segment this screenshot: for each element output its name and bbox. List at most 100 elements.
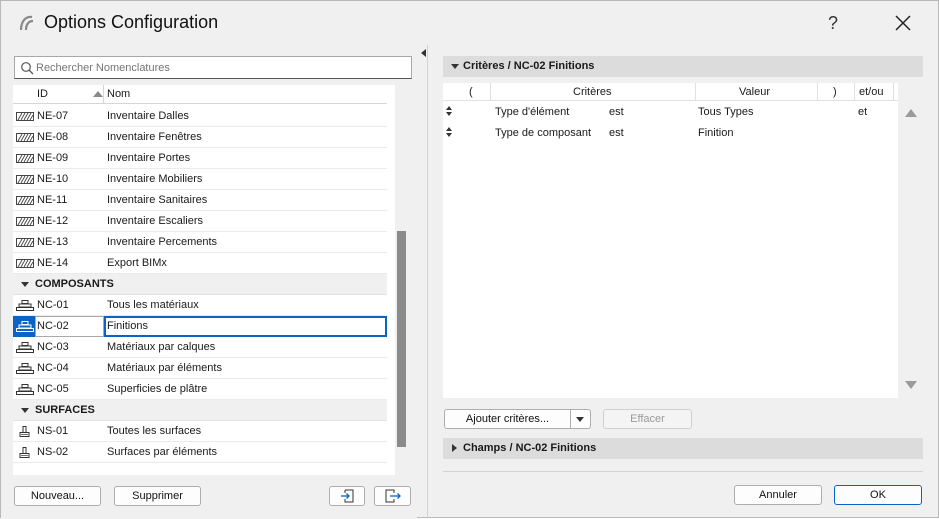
column-divider[interactable] — [893, 83, 894, 101]
group-header-surfaces[interactable]: SURFACES — [13, 400, 387, 421]
hatch-schedule-icon — [16, 112, 34, 121]
fields-section-header[interactable]: Champs / NC-02 Finitions — [443, 438, 923, 459]
group-title: COMPOSANTS — [35, 278, 114, 290]
search-box[interactable] — [14, 56, 412, 79]
item-id: NS-01 — [37, 425, 69, 437]
drag-handle-icon[interactable] — [446, 126, 452, 138]
close-icon[interactable] — [889, 10, 917, 36]
column-divider[interactable] — [490, 83, 491, 101]
criterion-operator[interactable]: est — [609, 127, 624, 139]
chevron-right-icon[interactable] — [452, 444, 457, 452]
item-name: Toutes les surfaces — [107, 425, 202, 437]
list-scrollbar[interactable] — [395, 85, 408, 475]
clear-button[interactable]: Effacer — [603, 409, 692, 429]
sort-ascending-icon[interactable] — [93, 91, 103, 97]
cancel-button[interactable]: Annuler — [734, 485, 822, 505]
list-item[interactable]: NE-10 Inventaire Mobiliers — [13, 169, 387, 190]
ok-button[interactable]: OK — [834, 485, 922, 505]
export-button[interactable] — [374, 486, 411, 506]
list-item[interactable]: NE-12 Inventaire Escaliers — [13, 211, 387, 232]
chevron-down-icon[interactable] — [21, 282, 29, 287]
criteria-section-header[interactable]: Critères / NC-02 Finitions — [443, 56, 923, 77]
scrollbar-thumb[interactable] — [397, 231, 406, 447]
footer-divider — [443, 471, 923, 472]
delete-button[interactable]: Supprimer — [114, 486, 201, 506]
column-header-value: Valeur — [739, 86, 770, 98]
add-criteria-dropdown[interactable] — [570, 409, 591, 429]
list-item[interactable]: NE-11 Inventaire Sanitaires — [13, 190, 387, 211]
item-id: NE-14 — [37, 257, 69, 269]
criterion-name[interactable]: Type de composant — [495, 127, 591, 139]
list-item[interactable]: NC-03 Matériaux par calques — [13, 337, 387, 358]
drag-handle-icon[interactable] — [446, 105, 452, 117]
list-item[interactable]: NE-09 Inventaire Portes — [13, 148, 387, 169]
options-configuration-dialog: Options Configuration ? ID Nom — [0, 0, 939, 519]
item-name: Tous les matériaux — [107, 299, 199, 311]
hatch-schedule-icon — [16, 133, 34, 142]
surface-brush-icon — [19, 447, 30, 458]
item-name: Inventaire Portes — [107, 152, 191, 164]
search-input[interactable] — [36, 59, 396, 76]
list-item[interactable]: NE-08 Inventaire Fenêtres — [13, 127, 387, 148]
item-name: Inventaire Mobiliers — [107, 173, 203, 185]
criterion-value[interactable]: Tous Types — [698, 106, 753, 118]
list-item-selected[interactable]: NC-02 Finitions — [13, 316, 387, 337]
window-title: Options Configuration — [44, 12, 219, 32]
list-item[interactable]: NC-04 Matériaux par éléments — [13, 358, 387, 379]
components-icon — [16, 363, 34, 374]
item-id: NC-05 — [37, 383, 69, 395]
criteria-row[interactable]: Type de composant est Finition — [443, 123, 898, 143]
item-id: NE-13 — [37, 236, 69, 248]
column-divider[interactable] — [817, 83, 818, 101]
search-icon — [21, 62, 34, 75]
column-header-and-or: et/ou — [859, 86, 884, 98]
group-header-composants[interactable]: COMPOSANTS — [13, 274, 387, 295]
panel-divider[interactable] — [427, 45, 428, 519]
criterion-operator[interactable]: est — [609, 106, 624, 118]
criterion-and-or[interactable]: et — [858, 106, 867, 118]
item-id: NE-08 — [37, 131, 69, 143]
list-item[interactable]: NC-05 Superficies de plâtre — [13, 379, 387, 400]
criterion-name[interactable]: Type d'élément — [495, 106, 569, 118]
list-item[interactable]: NE-14 Export BIMx — [13, 253, 387, 274]
chevron-down-icon[interactable] — [451, 64, 459, 69]
move-down-arrow-icon[interactable] — [905, 381, 917, 389]
column-header-criteria: Critères — [573, 86, 612, 98]
item-id: NS-02 — [37, 446, 69, 458]
item-id: NC-04 — [37, 362, 69, 374]
new-button[interactable]: Nouveau... — [14, 486, 101, 506]
list-item[interactable]: NS-02 Surfaces par éléments — [13, 442, 387, 463]
criterion-value[interactable]: Finition — [698, 127, 733, 139]
title-bar: Options Configuration ? — [1, 1, 938, 45]
column-divider[interactable] — [854, 83, 855, 101]
archicad-logo-icon — [19, 15, 34, 31]
collapse-panel-icon[interactable] — [421, 49, 426, 57]
hatch-schedule-icon — [16, 217, 34, 226]
list-item[interactable]: NE-07 Inventaire Dalles — [13, 106, 387, 127]
column-divider[interactable] — [103, 85, 104, 104]
item-name: Inventaire Escaliers — [107, 215, 203, 227]
item-name: Inventaire Percements — [107, 236, 218, 248]
list-item[interactable]: NS-01 Toutes les surfaces — [13, 421, 387, 442]
column-header-name[interactable]: Nom — [107, 88, 130, 100]
column-divider[interactable] — [695, 83, 696, 101]
add-criteria-button[interactable]: Ajouter critères... — [444, 409, 571, 429]
list-rows: NE-07 Inventaire Dalles NE-08 Inventaire… — [13, 106, 387, 463]
item-name: Export BIMx — [107, 257, 167, 269]
list-item[interactable]: NE-13 Inventaire Percements — [13, 232, 387, 253]
column-header-close-paren: ) — [833, 86, 837, 98]
move-up-arrow-icon[interactable] — [905, 109, 917, 117]
chevron-down-icon[interactable] — [21, 408, 29, 413]
criteria-row[interactable]: Type d'élément est Tous Types et — [443, 102, 898, 122]
column-header-id[interactable]: ID — [37, 88, 48, 100]
item-name: Matériaux par éléments — [107, 362, 222, 374]
help-button[interactable]: ? — [821, 10, 845, 36]
item-name: Finitions — [107, 320, 148, 332]
hatch-schedule-icon — [16, 259, 34, 268]
chevron-down-icon — [576, 417, 584, 422]
import-button[interactable] — [329, 486, 365, 506]
schedules-panel: ID Nom NE-07 Inventaire Dalles NE-08 Inv… — [1, 45, 417, 519]
list-item[interactable]: NC-01 Tous les matériaux — [13, 295, 387, 316]
components-icon — [16, 342, 34, 353]
section-title: Champs / NC-02 Finitions — [463, 442, 597, 454]
